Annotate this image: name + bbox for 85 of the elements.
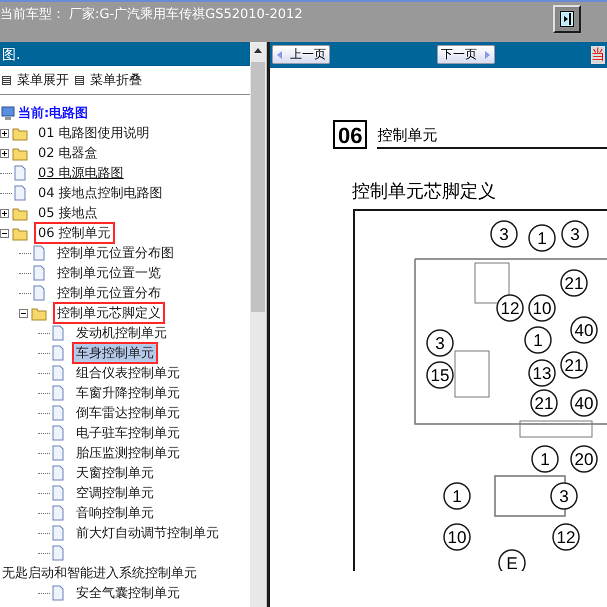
tree-item[interactable]: 安全气囊控制单元 — [72, 582, 184, 604]
callout-number: 3 — [561, 220, 589, 248]
expand-toggle[interactable] — [0, 148, 9, 158]
tree-item[interactable]: 无匙启动和智能进入系统控制单元 — [0, 562, 199, 584]
page-icon — [50, 465, 66, 481]
page-icon — [50, 405, 66, 421]
page-icon — [50, 425, 66, 441]
exit-icon — [560, 11, 574, 27]
callout-number: 1 — [528, 224, 556, 252]
right-arrow-icon — [483, 48, 491, 60]
tree-item[interactable]: 前大灯自动调节控制单元 — [72, 522, 223, 544]
callout-number: 1 — [524, 326, 552, 354]
tree-item[interactable]: 01 电路图使用说明 — [34, 122, 154, 144]
tree-item[interactable]: 车窗升降控制单元 — [72, 382, 184, 404]
callout-number: 15 — [426, 361, 454, 389]
page-icon — [50, 525, 66, 541]
callout-number: 21 — [560, 351, 588, 379]
page-icon — [50, 385, 66, 401]
callout-number: E — [498, 549, 526, 571]
expand-toggle[interactable] — [0, 128, 9, 138]
callout-number: 1 — [531, 445, 559, 473]
page-indicator: 当 — [591, 46, 605, 64]
tree-item[interactable]: 胎压监测控制单元 — [72, 442, 184, 464]
tree-item[interactable]: 发动机控制单元 — [72, 322, 171, 344]
page-icon — [31, 245, 47, 261]
page-icon — [50, 365, 66, 381]
page-icon — [31, 265, 47, 281]
collapse-toggle[interactable] — [0, 228, 9, 238]
tree-item[interactable]: 控制单元位置一览 — [53, 262, 165, 284]
callout-number: 12 — [552, 523, 580, 551]
tree-item[interactable]: 控制单元位置分布图 — [53, 242, 178, 264]
callout-number: 13 — [528, 359, 556, 387]
computer-icon — [0, 105, 16, 121]
tree-item[interactable]: 06 控制单元 — [34, 222, 115, 244]
page-heading: 控制单元芯脚定义 — [352, 180, 497, 203]
tree-root[interactable]: 当前:电路图 — [18, 104, 88, 122]
callout-number: 12 — [496, 294, 524, 322]
tree-item[interactable]: 组合仪表控制单元 — [72, 362, 184, 384]
page-icon — [50, 325, 66, 341]
tree-item[interactable]: 车身控制单元 — [72, 342, 158, 364]
page-icon — [50, 485, 66, 501]
left-arrow-icon — [276, 48, 284, 60]
callout-number: 20 — [570, 445, 598, 473]
menu-link[interactable]: 菜单折叠 — [75, 71, 142, 89]
panel-title: 图. — [0, 42, 250, 66]
page-icon — [50, 545, 66, 561]
tree-item[interactable]: 控制单元位置分布 — [53, 282, 165, 304]
callout-number: 10 — [443, 523, 471, 551]
callout-number: 3 — [490, 220, 518, 248]
scrollbar[interactable] — [250, 42, 267, 607]
page-icon — [31, 285, 47, 301]
tree-item[interactable]: 03 电源电路图 — [34, 162, 128, 184]
callout-number: 40 — [570, 316, 598, 344]
model-label: 当前车型： — [0, 6, 65, 23]
callout-number: 40 — [570, 389, 598, 417]
page-icon — [50, 445, 66, 461]
page-icon — [12, 165, 28, 181]
page-icon — [50, 345, 66, 361]
model-name: 厂家:G-广汽乘用车传祺GS52010-2012 — [69, 6, 303, 23]
callout-number: 3 — [426, 329, 454, 357]
page-icon — [12, 185, 28, 201]
section-number: 06 — [333, 120, 368, 149]
menu-link[interactable]: 菜单展开 — [2, 71, 69, 89]
callout-number: 10 — [528, 294, 556, 322]
tree-item[interactable]: 02 电器盒 — [34, 142, 102, 164]
callout-number: 21 — [560, 269, 588, 297]
next-page-button[interactable]: 下一页 — [437, 45, 495, 64]
callout-number: 3 — [550, 482, 578, 510]
previous-page-button[interactable]: 上一页 — [272, 45, 330, 64]
callout-number: 1 — [443, 482, 471, 510]
expand-toggle[interactable] — [0, 208, 9, 218]
tree-item[interactable]: 倒车雷达控制单元 — [72, 402, 184, 424]
tree-item[interactable]: 控制单元芯脚定义 — [53, 302, 165, 324]
page-icon — [50, 585, 66, 601]
page-icon — [50, 505, 66, 521]
tree-item[interactable]: 电子驻车控制单元 — [72, 422, 184, 444]
callout-number: 21 — [530, 389, 558, 417]
tree-item[interactable]: 05 接地点 — [34, 202, 102, 224]
exit-button[interactable] — [553, 5, 581, 33]
tree-item[interactable]: 音响控制单元 — [72, 502, 158, 524]
tree-item[interactable]: 天窗控制单元 — [72, 462, 158, 484]
section-title: 控制单元 — [377, 126, 607, 149]
tree-item[interactable]: 04 接地点控制电路图 — [34, 182, 167, 204]
collapse-toggle[interactable] — [19, 308, 28, 318]
tree-item[interactable]: 空调控制单元 — [72, 482, 158, 504]
